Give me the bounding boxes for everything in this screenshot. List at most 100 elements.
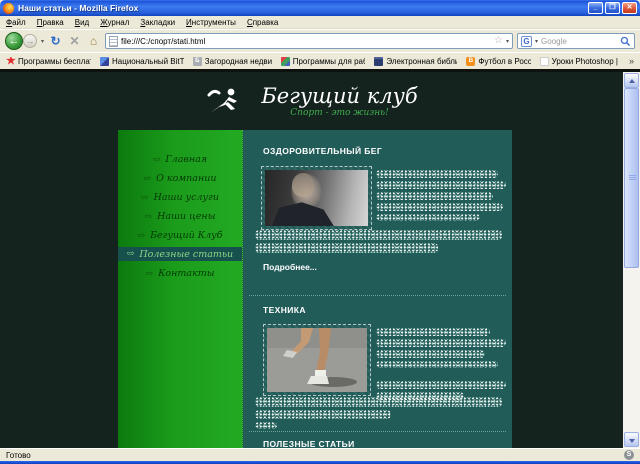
google-engine-icon[interactable]: G [521,35,532,47]
menu-view[interactable]: Вид [75,18,89,27]
menu-history[interactable]: Журнал [100,18,129,27]
nav-label: О компании [156,173,217,184]
arrow-icon: ⇨ [141,192,149,203]
bookmark-label: Программы для рабо... [292,56,366,66]
bookmark-item[interactable]: Электронная библио... [374,56,458,66]
bookmark-label: Футбол в России [478,56,531,66]
site-header: Бегущий клуб Спорт - это жизнь! [0,72,623,130]
article-text-illegible [376,328,506,400]
bookmark-label: Загородная недвиж... [204,56,272,66]
minimize-button[interactable]: _ [588,2,603,14]
close-button[interactable]: ✕ [622,2,637,14]
bookmark-label: Национальный BitTor... [112,56,184,66]
arrow-icon: ⇨ [145,268,154,279]
content-area: ОЗДОРОВИТЕЛЬНЫЙ БЕГ Подробнее... ТЕХНИКА… [243,130,512,448]
forward-button[interactable]: → [23,34,37,48]
arrow-icon: ⇨ [126,249,135,259]
sidebar-item-contacts[interactable]: ⇨ Контакты [118,264,242,283]
page-icon [109,35,119,47]
article-text-illegible [255,230,502,253]
more-link[interactable]: Подробнее... [263,262,317,272]
section-heading: ОЗДОРОВИТЕЛЬНЫЙ БЕГ [263,146,383,156]
bookmark-label: Программы бесплатн... [18,56,91,66]
home-button[interactable]: ⌂ [86,34,101,48]
menu-tools[interactable]: Инструменты [186,18,236,27]
sidebar-nav: ⇨ Главная ⇨ О компании ⇨ Наши услуги ⇨ Наши … [118,130,243,448]
site-title: Бегущий клуб [261,83,418,108]
bookmarks-bar: ★Программы бесплатн... Национальный BitT… [0,52,640,69]
blogger-icon: B [466,56,476,66]
menu-bar: Файл Правка Вид Журнал Закладки Инструме… [0,16,640,29]
bookmark-star-icon[interactable]: ☆ [494,36,503,46]
bookmark-item[interactable]: BФутбол в России [466,56,531,66]
web-page: Бегущий клуб Спорт - это жизнь! ⇨ Главная… [0,72,623,448]
nav-label: Полезные статьи [139,248,234,260]
history-dropdown-icon[interactable]: ▾ [41,38,44,45]
nav-label: Контакты [158,268,215,279]
blank-icon [539,56,549,66]
arrow-icon: ⇨ [137,230,146,241]
sidebar-item-home[interactable]: ⇨ Главная [118,150,242,169]
refresh-button[interactable]: ↻ [48,34,63,48]
sidebar-item-about[interactable]: ⇨ О компании [118,169,242,188]
book-icon [374,56,384,66]
section-divider [249,295,506,296]
article-text-illegible [376,170,506,221]
sidebar-item-prices[interactable]: ⇨ Наши цены [118,207,242,226]
page-viewport: Бегущий клуб Спорт - это жизнь! ⇨ Главная… [0,72,640,448]
url-text[interactable]: file:///C:/спорт/stati.html [121,37,491,46]
bookmark-item[interactable]: ★Программы бесплатн... [6,57,91,66]
letter-b-icon: Б [192,56,202,66]
woman-athlete-photo [261,166,372,230]
engine-dropdown-icon[interactable]: ▾ [535,38,538,45]
scroll-down-icon[interactable] [624,432,639,447]
nav-label: Бегущий Клуб [150,230,223,241]
address-bar[interactable]: file:///C:/спорт/stati.html ☆ ▾ [105,33,513,49]
status-bar: Готово S [0,448,640,461]
address-dropdown-icon[interactable]: ▾ [506,38,509,45]
vertical-scrollbar[interactable] [623,72,640,448]
star-icon: ★ [6,56,16,66]
menu-file[interactable]: Файл [6,18,26,27]
window-title: Наши статьи - Mozilla Firefox [18,3,139,13]
extension-s-icon[interactable]: S [624,450,634,460]
menu-help[interactable]: Справка [247,18,278,27]
bookmark-item[interactable]: Уроки Photoshop | С... [539,56,620,66]
bookmark-item[interactable]: Национальный BitTor... [100,56,184,66]
back-button[interactable]: ← [5,32,23,50]
stop-button[interactable]: ✕ [67,34,82,48]
runner-legs-photo [263,324,371,396]
firefox-icon [3,2,14,14]
section-heading: ПОЛЕЗНЫЕ СТАТЬИ [263,439,355,448]
bookmark-item[interactable]: БЗагородная недвиж... [192,56,272,66]
sidebar-item-services[interactable]: ⇨ Наши услуги [118,188,242,207]
sidebar-item-club[interactable]: ⇨ Бегущий Клуб [118,226,242,245]
article-text-illegible [255,397,502,429]
arrow-icon: ⇨ [144,211,153,222]
multicolor-icon [280,56,290,66]
runner-logo-icon [207,88,238,113]
status-text: Готово [6,450,31,460]
navigation-toolbar: ← → ▾ ↻ ✕ ⌂ file:///C:/спорт/stati.html … [0,29,640,52]
nav-label: Наши услуги [153,192,219,203]
search-icon[interactable] [620,36,631,47]
arrow-icon: ⇨ [143,173,152,184]
sidebar-item-articles[interactable]: ⇨ Полезные статьи [118,247,242,261]
restore-button[interactable]: ❐ [605,2,620,14]
scroll-up-icon[interactable] [624,73,639,88]
title-bar: Наши статьи - Mozilla Firefox _ ❐ ✕ [0,0,640,16]
menu-bookmarks[interactable]: Закладки [140,18,175,27]
bookmark-label: Электронная библио... [386,56,458,66]
arrow-icon: ⇨ [152,154,161,165]
site-tagline: Спорт - это жизнь! [290,107,389,118]
bookmark-label: Уроки Photoshop | С... [551,56,620,66]
section-divider [249,431,506,432]
nav-label: Главная [165,154,208,165]
bookmarks-overflow-chevron[interactable]: » [629,56,634,66]
browser-window: Наши статьи - Mozilla Firefox _ ❐ ✕ Файл… [0,0,640,464]
menu-edit[interactable]: Правка [37,18,64,27]
bookmark-item[interactable]: Программы для рабо... [280,56,366,66]
search-input[interactable]: Google [541,37,617,46]
search-box[interactable]: G ▾ Google [517,33,635,49]
scrollbar-thumb[interactable] [624,88,639,268]
